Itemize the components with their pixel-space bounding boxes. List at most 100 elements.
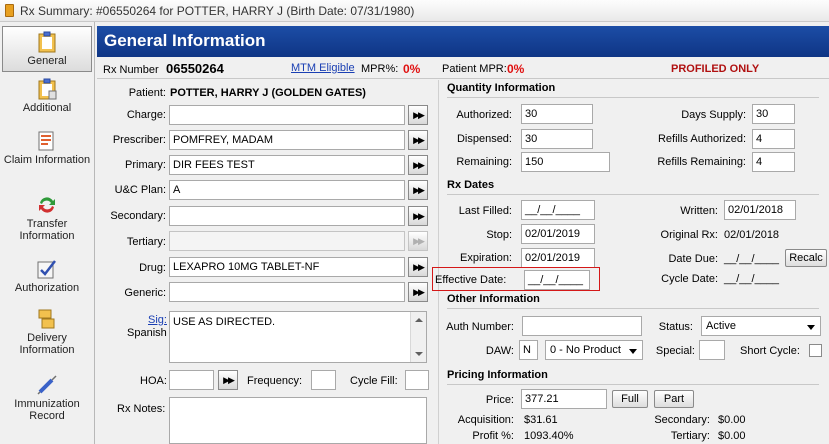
scroll-down-icon: [415, 352, 423, 356]
auth-number-label: Auth Number:: [446, 321, 514, 333]
dispensed-field[interactable]: 30: [521, 129, 593, 149]
sidebar-item-immunization-record[interactable]: Immunization Record: [2, 374, 92, 422]
claim-icon: [38, 131, 54, 151]
uc-plan-lookup-button[interactable]: ▶▶: [408, 180, 428, 200]
price-field[interactable]: 377.21: [521, 389, 607, 409]
tertiary-label: Tertiary:: [126, 236, 166, 248]
primary-lookup-button[interactable]: ▶▶: [408, 155, 428, 175]
patient-label: Patient:: [128, 87, 166, 99]
immunization-icon: [37, 375, 57, 395]
charge-field[interactable]: [169, 105, 405, 125]
mtm-eligible-link[interactable]: MTM Eligible: [291, 62, 355, 74]
price-label: Price:: [485, 394, 514, 406]
short-cycle-checkbox[interactable]: [809, 344, 822, 357]
stop-field[interactable]: 02/01/2019: [521, 224, 595, 244]
sidebar-item-general[interactable]: General: [2, 26, 92, 72]
mpr-label: MPR%:: [361, 63, 399, 75]
fast-forward-icon: ▶▶: [223, 375, 235, 385]
prescriber-label: Prescriber:: [112, 134, 166, 146]
days-supply-field[interactable]: 30: [752, 104, 795, 124]
generic-lookup-button[interactable]: ▶▶: [408, 282, 428, 302]
pricing-section-title: Pricing Information: [447, 369, 548, 381]
daw-code-field[interactable]: N: [519, 340, 538, 360]
prescriber-field[interactable]: POMFREY, MADAM: [169, 130, 405, 150]
refills-authorized-field[interactable]: 4: [752, 129, 795, 149]
sidebar-item-additional[interactable]: Additional: [2, 78, 92, 114]
remaining-field[interactable]: 150: [521, 152, 610, 172]
divider: [97, 78, 829, 79]
patient-mpr-label: Patient MPR:: [442, 63, 507, 75]
tertiary-lookup-button[interactable]: ▶▶: [408, 231, 428, 251]
date-due-value: __/__/____: [724, 253, 780, 265]
cycle-date-value: __/__/____: [724, 273, 780, 285]
quantity-section-title: Quantity Information: [447, 82, 556, 94]
date-due-label: Date Due:: [668, 253, 718, 265]
sidebar-item-label: Immunization Record: [14, 398, 80, 422]
daw-dropdown[interactable]: 0 - No Product: [545, 340, 643, 360]
secondary-label: Secondary:: [110, 210, 166, 222]
sig-scrollbar[interactable]: [410, 312, 426, 362]
sidebar-item-delivery-information[interactable]: Delivery Information: [2, 308, 92, 356]
written-field[interactable]: 02/01/2018: [724, 200, 796, 220]
fast-forward-icon: ▶▶: [413, 262, 425, 272]
rx-dates-section-title: Rx Dates: [447, 179, 495, 191]
sidebar: General Additional Claim Information Tra…: [0, 22, 95, 444]
frequency-label: Frequency:: [247, 375, 303, 387]
fast-forward-icon: ▶▶: [413, 110, 425, 120]
rx-notes-textarea[interactable]: [169, 397, 427, 444]
frequency-field[interactable]: [311, 370, 336, 390]
sig-textarea[interactable]: USE AS DIRECTED.: [169, 311, 427, 363]
rx-notes-label: Rx Notes:: [117, 403, 166, 415]
stop-label: Stop:: [486, 229, 512, 241]
clipboard-add-icon: [38, 78, 57, 100]
charge-lookup-button[interactable]: ▶▶: [408, 105, 428, 125]
profit-value: 1093.40%: [524, 430, 574, 442]
sidebar-item-label: Authorization: [14, 282, 80, 294]
sig-link[interactable]: Sig:: [148, 314, 167, 326]
cycle-fill-field[interactable]: [405, 370, 429, 390]
hoa-label: HOA:: [140, 375, 167, 387]
last-filled-field[interactable]: __/__/____: [521, 200, 595, 220]
authorized-field[interactable]: 30: [521, 104, 593, 124]
refills-remaining-label: Refills Remaining:: [657, 156, 746, 168]
divider: [447, 97, 819, 98]
expiration-field[interactable]: 02/01/2019: [521, 248, 595, 268]
sidebar-item-claim-information[interactable]: Claim Information: [2, 130, 92, 166]
uc-plan-field[interactable]: A: [169, 180, 405, 200]
acquisition-value: $31.61: [524, 414, 558, 426]
effective-date-field[interactable]: __/__/____: [524, 270, 590, 290]
drug-lookup-button[interactable]: ▶▶: [408, 257, 428, 277]
refills-remaining-field[interactable]: 4: [752, 152, 795, 172]
sidebar-item-authorization[interactable]: Authorization: [2, 258, 92, 294]
recalc-button[interactable]: Recalc: [785, 249, 827, 267]
secondary-lookup-button[interactable]: ▶▶: [408, 206, 428, 226]
fast-forward-icon: ▶▶: [413, 211, 425, 221]
tertiary-field[interactable]: [169, 231, 405, 251]
divider: [447, 384, 819, 385]
other-section-title: Other Information: [447, 293, 540, 305]
written-label: Written:: [680, 205, 718, 217]
clipboard-icon: [38, 31, 56, 53]
full-button[interactable]: Full: [612, 390, 648, 408]
primary-field[interactable]: DIR FEES TEST: [169, 155, 405, 175]
window-title: Rx Summary: #06550264 for POTTER, HARRY …: [20, 4, 415, 18]
auth-number-field[interactable]: [522, 316, 642, 336]
secondary-field[interactable]: [169, 206, 405, 226]
status-dropdown[interactable]: Active: [701, 316, 821, 336]
chevron-down-icon: [629, 349, 637, 354]
authorized-label: Authorized:: [456, 109, 512, 121]
special-field[interactable]: [699, 340, 725, 360]
section-header: General Information: [97, 26, 829, 57]
generic-field[interactable]: [169, 282, 405, 302]
patient-mpr-value: 0%: [507, 62, 525, 76]
sidebar-item-transfer-information[interactable]: Transfer Information: [2, 194, 92, 242]
window-titlebar: Rx Summary: #06550264 for POTTER, HARRY …: [0, 0, 829, 22]
drug-field[interactable]: LEXAPRO 10MG TABLET-NF: [169, 257, 405, 277]
sidebar-item-label: Transfer Information: [19, 218, 75, 242]
primary-label: Primary:: [125, 159, 166, 171]
hoa-lookup-button[interactable]: ▶▶: [218, 370, 238, 390]
rx-status-badge: PROFILED ONLY: [671, 63, 760, 75]
part-button[interactable]: Part: [654, 390, 694, 408]
prescriber-lookup-button[interactable]: ▶▶: [408, 130, 428, 150]
hoa-field[interactable]: [169, 370, 214, 390]
